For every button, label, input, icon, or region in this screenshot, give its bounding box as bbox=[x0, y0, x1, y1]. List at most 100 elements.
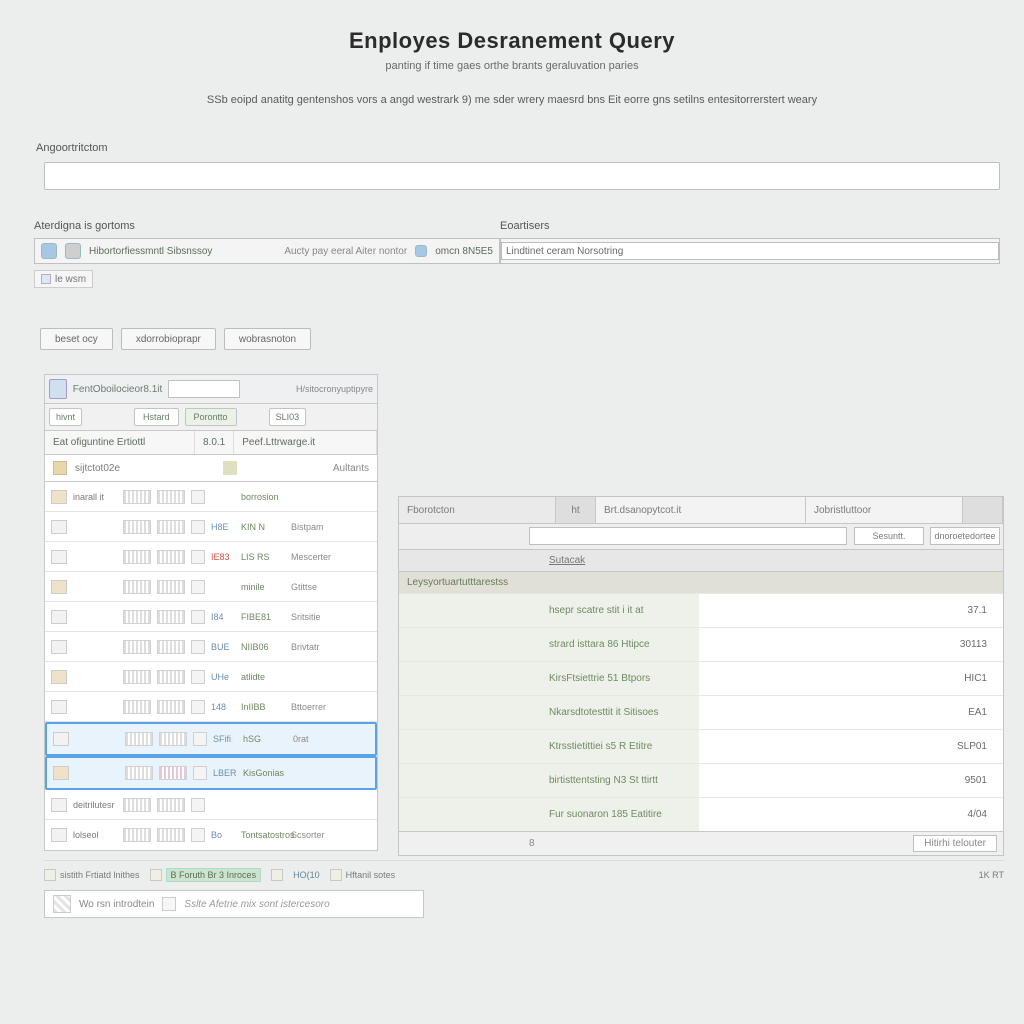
item-name: Fur suonaron 185 Eatitire bbox=[399, 798, 699, 831]
list-item[interactable]: Fur suonaron 185 Eatitire4/04 bbox=[399, 797, 1003, 831]
row-v1: LIS RS bbox=[241, 552, 285, 562]
row-name: deitrilutesr bbox=[73, 800, 117, 810]
selbox-icon bbox=[53, 895, 71, 913]
row-icon bbox=[51, 520, 67, 534]
item-name: strard isttara 86 Htipce bbox=[399, 628, 699, 661]
row-v2: Gtittse bbox=[291, 582, 317, 592]
row-v1: FIBE81 bbox=[241, 612, 285, 622]
row-v2: Bttoerrer bbox=[291, 702, 326, 712]
row-sq bbox=[191, 550, 205, 564]
table-row[interactable]: LBERKisGonias bbox=[47, 758, 375, 788]
list-item[interactable]: KirsFtsiettrie 51 BtporsHIC1 bbox=[399, 661, 1003, 695]
rp-mini-1[interactable]: Sesuntt. bbox=[854, 527, 924, 545]
rp-listhead[interactable]: Sutacak bbox=[549, 555, 585, 566]
row-cell-1 bbox=[123, 490, 151, 504]
row-cell-2 bbox=[159, 766, 187, 780]
table-row[interactable]: IE83LIS RSMescerter bbox=[45, 542, 377, 572]
table-row[interactable]: deitrilutesr bbox=[45, 790, 377, 820]
rp-col5-icon[interactable] bbox=[963, 497, 1003, 523]
rp-col1[interactable]: Fborotcton bbox=[399, 497, 556, 523]
rp-foot-btn[interactable]: Hitirhi telouter bbox=[913, 835, 997, 852]
selection-box[interactable]: Wo rsn introdtein Sslte Afetrie mix sont… bbox=[44, 890, 424, 918]
rp-mini-2[interactable]: dnoroetedortee bbox=[930, 527, 1000, 545]
table-row[interactable]: H8EKIN NBistpam bbox=[45, 512, 377, 542]
options-row[interactable]: Hibortorfiessmntl Sibsnssoy Aucty pay ee… bbox=[34, 238, 500, 264]
button-2[interactable]: xdorrobioprapr bbox=[121, 328, 216, 350]
row-cell-2 bbox=[157, 550, 185, 564]
grid-filter[interactable] bbox=[168, 380, 240, 398]
page-description: SSb eoipd anatitg gentenshos vors a angd… bbox=[0, 94, 1024, 106]
row-cell-1 bbox=[123, 640, 151, 654]
argument-input[interactable] bbox=[44, 162, 1000, 190]
row-cell-1 bbox=[123, 828, 151, 842]
table-row[interactable]: UHeatlidte bbox=[45, 662, 377, 692]
list-item[interactable]: strard isttara 86 Htipce30113 bbox=[399, 627, 1003, 661]
rp-search[interactable] bbox=[529, 527, 847, 545]
status-5: Hftanil sotes bbox=[346, 870, 396, 880]
options-text: Hibortorfiessmntl Sibsnssoy bbox=[89, 246, 212, 257]
item-name: Nkarsdtotesttit it Sitisoes bbox=[399, 696, 699, 729]
button-1[interactable]: beset ocy bbox=[40, 328, 113, 350]
row-icon bbox=[51, 550, 67, 564]
status-1: sistith Frtiatd lnithes bbox=[60, 870, 140, 880]
row-v1: Tontsatostros bbox=[241, 830, 285, 840]
item-value: 9501 bbox=[699, 775, 1003, 786]
row-num: 148 bbox=[211, 702, 235, 712]
button-3[interactable]: wobrasnoton bbox=[224, 328, 311, 350]
row-sq bbox=[191, 610, 205, 624]
list-item[interactable]: Nkarsdtotesttit it SitisoesEA1 bbox=[399, 695, 1003, 729]
counters-row[interactable] bbox=[500, 238, 1000, 264]
row-v1: atlidte bbox=[241, 672, 285, 682]
row-cell-2 bbox=[157, 490, 185, 504]
table-row[interactable]: inarall itborrosion bbox=[45, 482, 377, 512]
tab-1[interactable]: Hstard bbox=[134, 408, 179, 426]
row-cell-2 bbox=[157, 700, 185, 714]
list-item[interactable]: hsepr scatre stit i it at37.1 bbox=[399, 593, 1003, 627]
row-cell-1 bbox=[125, 732, 153, 746]
row-icon bbox=[51, 490, 67, 504]
table-row[interactable]: 148InIIBBBttoerrer bbox=[45, 692, 377, 722]
table-row[interactable]: I84FIBE81Sritsitie bbox=[45, 602, 377, 632]
row-cell-1 bbox=[123, 580, 151, 594]
page-subtitle: panting if time gaes orthe brants geralu… bbox=[0, 60, 1024, 72]
selbox-sm-icon bbox=[162, 897, 176, 911]
table-row[interactable]: minileGtittse bbox=[45, 572, 377, 602]
row-num: I84 bbox=[211, 612, 235, 622]
row-icon bbox=[51, 798, 67, 812]
row-cell-1 bbox=[123, 550, 151, 564]
status-6: 1K RT bbox=[979, 870, 1004, 880]
list-item[interactable]: Ktrsstietittiei s5 R EtitreSLP01 bbox=[399, 729, 1003, 763]
row-icon bbox=[51, 828, 67, 842]
sub-a: sijtctot02e bbox=[75, 463, 215, 474]
grid-col-b: 8.0.1 bbox=[195, 431, 234, 454]
grid-side-label: H/sitocronyuptipyre bbox=[296, 384, 373, 394]
selbox-italic: Sslte Afetrie mix sont istercesoro bbox=[184, 899, 329, 910]
table-row[interactable]: SFifihSG0rat bbox=[47, 724, 375, 754]
row-cell-1 bbox=[123, 670, 151, 684]
rp-col2[interactable]: ht bbox=[556, 497, 596, 523]
chip-val: omcn 8N5E5 bbox=[435, 246, 493, 257]
left-grid: FentOboilocieor8.1it H/sitocronyuptipyre… bbox=[44, 374, 378, 856]
list-item[interactable]: birtisttentsting N3 St ttirtt9501 bbox=[399, 763, 1003, 797]
rp-col4: Jobristluttoor bbox=[806, 497, 963, 523]
small-chip[interactable]: le wsm bbox=[34, 270, 93, 288]
row-sq bbox=[193, 732, 207, 746]
grid-sidebtn[interactable]: hivnt bbox=[49, 408, 82, 426]
row-sq bbox=[193, 766, 207, 780]
row-sq bbox=[191, 798, 205, 812]
row-icon bbox=[51, 610, 67, 624]
row-cell-1 bbox=[125, 766, 153, 780]
item-value: HIC1 bbox=[699, 673, 1003, 684]
row-name: inarall it bbox=[73, 492, 117, 502]
tab-3[interactable]: SLI03 bbox=[269, 408, 307, 426]
table-row[interactable]: BUENIIB06Brivtatr bbox=[45, 632, 377, 662]
tab-2[interactable]: Porontto bbox=[185, 408, 237, 426]
status-icon-3 bbox=[271, 869, 283, 881]
counters-input[interactable] bbox=[501, 242, 999, 260]
row-name: lolseol bbox=[73, 830, 117, 840]
item-name: Ktrsstietittiei s5 R Etitre bbox=[399, 730, 699, 763]
rp-group: Leysyortuartutttarestss bbox=[399, 571, 1003, 593]
table-row[interactable]: lolseolBoTontsatostrosScsorter bbox=[45, 820, 377, 850]
row-num: IE83 bbox=[211, 552, 235, 562]
row-v1: hSG bbox=[243, 734, 287, 744]
